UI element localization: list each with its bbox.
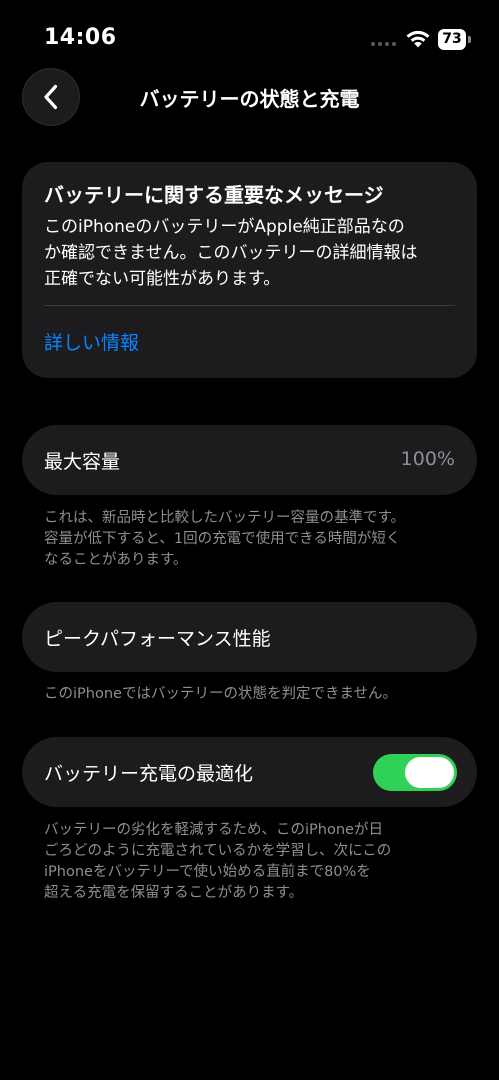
message-body-line: 正確でない可能性があります。: [44, 269, 281, 289]
cellular-signal-icon: [371, 42, 396, 46]
footnote-line: これは、新品時と比較したバッテリー容量の基準です。: [44, 510, 406, 526]
page-title: バッテリーの状態と充電: [139, 87, 360, 111]
footnote-line: iPhoneをバッテリーで使い始める直前まで80%を: [44, 864, 371, 880]
message-divider: [44, 305, 455, 306]
message-body-line: このiPhoneのバッテリーがApple純正部品なの: [44, 217, 405, 237]
peak-performance-row[interactable]: ピークパフォーマンス性能: [22, 602, 477, 672]
peak-performance-label: ピークパフォーマンス性能: [44, 628, 271, 650]
optimized-charging-toggle[interactable]: [373, 754, 457, 791]
max-capacity-row: 最大容量 100%: [22, 425, 477, 495]
footnote-line: 超える充電を保留することがあります。: [44, 885, 304, 901]
max-capacity-label: 最大容量: [44, 451, 121, 473]
message-title: バッテリーに関する重要なメッセージ: [44, 183, 384, 207]
footnote-line: 容量が低下すると、1回の充電で使用できる時間が短く: [44, 531, 401, 547]
battery-icon: 73: [438, 29, 472, 50]
toggle-knob: [405, 757, 454, 788]
optimized-charging-label: バッテリー充電の最適化: [44, 763, 254, 785]
battery-message-card: バッテリーに関する重要なメッセージ このiPhoneのバッテリーがApple純正…: [22, 162, 477, 378]
battery-level: 73: [438, 29, 466, 50]
optimized-charging-footnote: バッテリーの劣化を軽減するため、このiPhoneが日 ごろどのように充電されてい…: [44, 820, 464, 904]
navigation-bar: バッテリーの状態と充電: [0, 66, 499, 128]
message-body-line: か確認できません。このバッテリーの詳細情報は: [44, 243, 418, 263]
status-bar: 14:06 73: [0, 0, 499, 70]
max-capacity-value: 100%: [400, 448, 455, 470]
max-capacity-footnote: これは、新品時と比較したバッテリー容量の基準です。 容量が低下すると、1回の充電…: [44, 508, 464, 571]
message-body: このiPhoneのバッテリーがApple純正部品なの か確認できません。このバッ…: [44, 214, 459, 292]
wifi-icon: [406, 30, 430, 48]
footnote-line: バッテリーの劣化を軽減するため、このiPhoneが日: [44, 822, 383, 838]
footnote-line: ごろどのように充電されているかを学習し、次にこの: [44, 843, 392, 859]
status-time: 14:06: [44, 25, 117, 50]
peak-performance-footnote: このiPhoneではバッテリーの状態を判定できません。: [44, 686, 398, 702]
optimized-charging-row: バッテリー充電の最適化: [22, 737, 477, 807]
learn-more-link[interactable]: 詳しい情報: [44, 328, 139, 355]
footnote-line: なることがあります。: [44, 552, 188, 568]
